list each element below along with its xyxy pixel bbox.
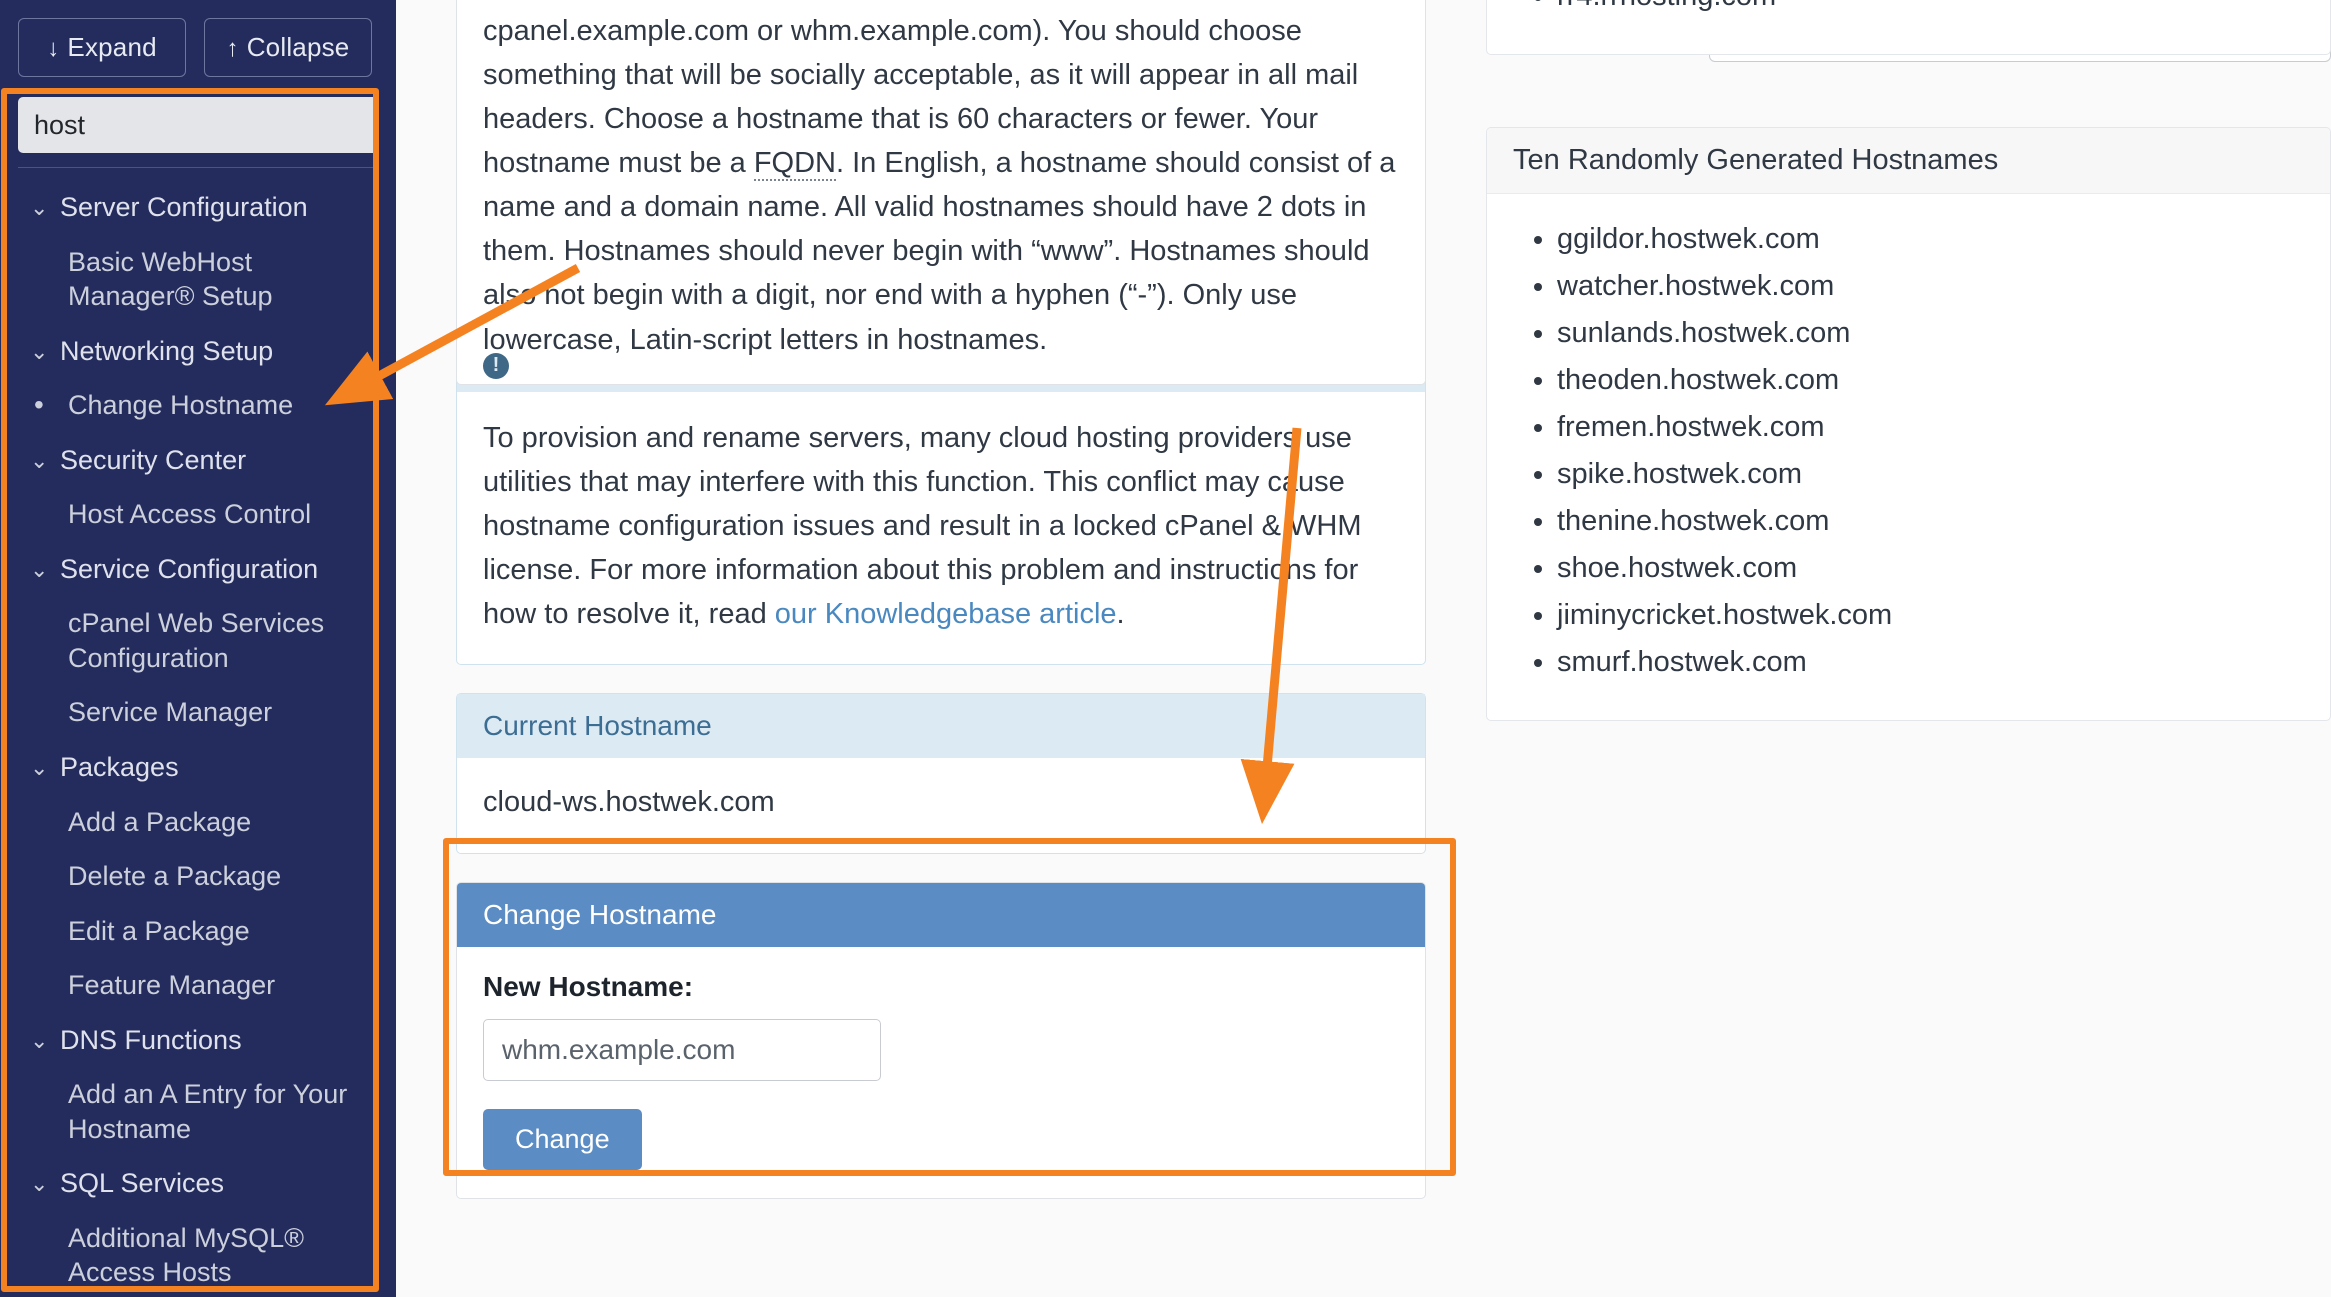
list-item: spike.hostwek.com <box>1557 451 2304 498</box>
expand-button-label: Expand <box>67 32 157 62</box>
sidebar-item-label: Networking Setup <box>60 335 274 366</box>
sidebar-item-label: Additional MySQL® Access Hosts <box>68 1222 304 1288</box>
sidebar-item-feature-manager[interactable]: Feature Manager <box>0 958 396 1013</box>
list-item: jiminycricket.hostwek.com <box>1557 592 2304 639</box>
sidebar-item-edit-a-package[interactable]: Edit a Package <box>0 904 396 959</box>
list-item: shoe.hostwek.com <box>1557 545 2304 592</box>
chevron-down-icon: ⌄ <box>30 755 49 781</box>
sidebar-item-change-hostname[interactable]: • Change Hostname <box>0 378 396 433</box>
current-hostname-body: cloud-ws.hostwek.com <box>457 758 1425 853</box>
note-paragraph: To provision and rename servers, many cl… <box>483 416 1399 636</box>
sidebar-item-label: Packages <box>60 752 179 783</box>
change-button-row: Change <box>483 1081 1399 1170</box>
sidebar-item-label: Feature Manager <box>68 970 276 1001</box>
sidebar-item-add-an-a-entry-for-your-hostname[interactable]: Add an A Entry for Your Hostname <box>0 1067 396 1156</box>
app-root: ↓ Expand ↑ Collapse ✕ ⌄ Server Configurati… <box>0 0 2331 1297</box>
knowledgebase-link[interactable]: our Knowledgebase article <box>775 598 1117 630</box>
sidebar-item-networking-setup[interactable]: ⌄ Networking Setup <box>0 324 396 379</box>
sidebar-item-security-center[interactable]: ⌄ Security Center <box>0 433 396 488</box>
intro-card: cpanel.example.com or whm.example.com). … <box>456 0 1426 385</box>
existing-hostnames-body: rr4.rrhosting.com <box>1487 0 2330 54</box>
note-text-after-link: . <box>1116 597 1125 630</box>
expand-button[interactable]: ↓ Expand <box>18 18 186 77</box>
sidebar-item-label: Basic WebHost Manager® Setup <box>68 246 273 312</box>
random-hostnames-list: ggildor.hostwek.com watcher.hostwek.com … <box>1557 216 2304 686</box>
chevron-down-icon: ⌄ <box>30 447 49 473</box>
sidebar-item-label: Service Manager <box>68 697 273 728</box>
collapse-button[interactable]: ↑ Collapse <box>204 18 372 77</box>
sidebar-search[interactable]: ✕ <box>18 97 396 153</box>
list-item: fremen.hostwek.com <box>1557 404 2304 451</box>
arrow-down-icon: ↓ <box>47 35 60 62</box>
random-hostnames-card: Ten Randomly Generated Hostnames ggildor… <box>1486 126 2331 721</box>
sidebar-nav: ⌄ Server Configuration Basic WebHost Man… <box>0 174 396 1297</box>
list-item: rr4.rrhosting.com <box>1557 0 2304 20</box>
sidebar-item-label: DNS Functions <box>60 1024 242 1055</box>
random-hostnames-title: Ten Randomly Generated Hostnames <box>1487 127 2330 194</box>
sidebar-item-additional-mysql-access-hosts[interactable]: Additional MySQL® Access Hosts <box>0 1211 396 1297</box>
sidebar-item-label: Add an A Entry for Your Hostname <box>68 1079 348 1144</box>
sidebar: ↓ Expand ↑ Collapse ✕ ⌄ Server Configurati… <box>0 0 396 1297</box>
intro-card-body: cpanel.example.com or whm.example.com). … <box>457 0 1425 384</box>
chevron-down-icon: ⌄ <box>30 1171 49 1197</box>
new-hostname-label: New Hostname: <box>483 970 694 1002</box>
sidebar-search-wrap: ✕ <box>0 91 396 167</box>
sidebar-item-label: cPanel Web Services Configuration <box>68 608 325 673</box>
list-item: ggildor.hostwek.com <box>1557 216 2304 263</box>
sidebar-item-label: Server Configuration <box>60 192 308 222</box>
main-content: cpanel.example.com or whm.example.com). … <box>396 0 1486 1297</box>
existing-hostnames-list: rr4.rrhosting.com <box>1557 0 2304 20</box>
sidebar-item-packages[interactable]: ⌄ Packages <box>0 740 396 795</box>
chevron-down-icon: ⌄ <box>30 338 49 364</box>
intro-paragraph: cpanel.example.com or whm.example.com). … <box>483 9 1399 362</box>
chevron-down-icon: ⌄ <box>30 195 49 220</box>
sidebar-item-cpanel-web-services-configuration[interactable]: cPanel Web Services Configuration <box>0 596 396 685</box>
sidebar-item-label: Edit a Package <box>68 915 250 946</box>
sidebar-item-server-configuration[interactable]: ⌄ Server Configuration <box>0 180 396 235</box>
sidebar-item-delete-a-package[interactable]: Delete a Package <box>0 849 396 904</box>
list-item: theoden.hostwek.com <box>1557 357 2304 404</box>
sidebar-item-label: SQL Services <box>60 1168 225 1199</box>
sidebar-item-label: Host Access Control <box>68 499 312 530</box>
exclamation-circle-icon: ! <box>483 352 509 379</box>
sidebar-item-host-access-control[interactable]: Host Access Control <box>0 487 396 542</box>
random-hostnames-body: ggildor.hostwek.com watcher.hostwek.com … <box>1487 194 2330 720</box>
note-card-body: To provision and rename servers, many cl… <box>457 392 1425 664</box>
new-hostname-input[interactable] <box>483 1018 881 1081</box>
sidebar-item-add-a-package[interactable]: Add a Package <box>0 795 396 850</box>
sidebar-item-label: Delete a Package <box>68 861 282 892</box>
sidebar-item-sql-services[interactable]: ⌄ SQL Services <box>0 1156 396 1211</box>
current-hostname-title: Current Hostname <box>457 693 1425 758</box>
sidebar-item-label: Add a Package <box>68 806 252 837</box>
bullet-icon: • <box>34 389 44 421</box>
arrow-up-icon: ↑ <box>226 35 239 62</box>
list-item: watcher.hostwek.com <box>1557 263 2304 310</box>
list-item: sunlands.hostwek.com <box>1557 310 2304 357</box>
sidebar-item-label: Service Configuration <box>60 553 319 584</box>
collapse-button-label: Collapse <box>246 32 350 62</box>
list-item: thenine.hostwek.com <box>1557 498 2304 545</box>
current-hostname-value: cloud-ws.hostwek.com <box>483 785 775 818</box>
sidebar-toolbar: ↓ Expand ↑ Collapse <box>0 0 396 91</box>
sidebar-item-dns-functions[interactable]: ⌄ DNS Functions <box>0 1013 396 1068</box>
fqdn-abbr: FQDN <box>753 147 836 182</box>
change-hostname-card: Change Hostname New Hostname: Change <box>456 881 1426 1199</box>
current-hostname-card: Current Hostname cloud-ws.hostwek.com <box>456 692 1426 854</box>
sidebar-item-basic-webhost-manager-setup[interactable]: Basic WebHost Manager® Setup <box>0 235 396 324</box>
sidebar-item-label: Change Hostname <box>68 390 294 421</box>
change-hostname-title: Change Hostname <box>457 882 1425 947</box>
change-button[interactable]: Change <box>483 1108 642 1170</box>
chevron-down-icon: ⌄ <box>30 556 49 582</box>
chevron-down-icon: ⌄ <box>30 1027 49 1053</box>
change-hostname-body: New Hostname: Change <box>457 947 1425 1198</box>
existing-hostnames-card: rr4.rrhosting.com <box>1486 0 2331 55</box>
right-column: rr4.rrhosting.com Ten Randomly Generated… <box>1486 0 2331 1297</box>
sidebar-search-input[interactable] <box>18 97 396 153</box>
sidebar-item-service-configuration[interactable]: ⌄ Service Configuration <box>0 542 396 597</box>
sidebar-item-service-manager[interactable]: Service Manager <box>0 685 396 740</box>
list-item: smurf.hostwek.com <box>1557 639 2304 686</box>
sidebar-divider <box>18 167 378 168</box>
sidebar-item-label: Security Center <box>60 444 247 475</box>
